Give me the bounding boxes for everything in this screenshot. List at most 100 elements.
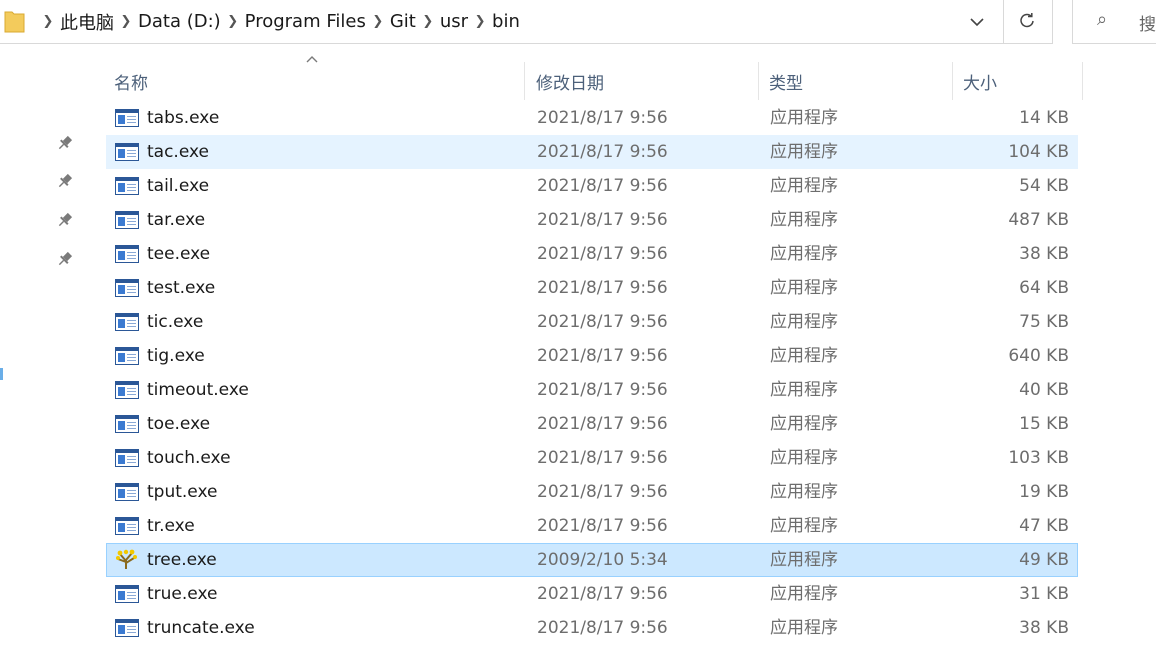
column-divider[interactable]	[758, 62, 759, 100]
file-date-modified: 2021/8/17 9:56	[537, 584, 668, 604]
file-date-modified: 2021/8/17 9:56	[537, 482, 668, 502]
file-date-modified: 2021/8/17 9:56	[537, 380, 668, 400]
chevron-right-icon[interactable]: ❯	[468, 14, 492, 29]
divider	[1003, 0, 1004, 43]
file-row[interactable]: truncate.exe 2021/8/17 9:56 应用程序 38 KB	[106, 611, 1078, 645]
file-size: 103 KB	[1008, 448, 1069, 468]
column-header: 名称 修改日期 类型 大小	[106, 62, 1083, 100]
file-size: 38 KB	[1019, 618, 1069, 638]
file-date-modified: 2021/8/17 9:56	[537, 210, 668, 230]
file-type: 应用程序	[770, 584, 838, 604]
app-window-icon	[115, 313, 139, 331]
breadcrumb-this-pc[interactable]: 此电脑	[60, 9, 114, 35]
file-date-modified: 2021/8/17 9:56	[537, 278, 668, 298]
file-row[interactable]: true.exe 2021/8/17 9:56 应用程序 31 KB	[106, 577, 1078, 611]
address-history-dropdown[interactable]	[962, 8, 992, 36]
search-icon: ⌕	[1097, 9, 1108, 30]
file-date-modified: 2021/8/17 9:56	[537, 142, 668, 162]
column-date-modified[interactable]: 修改日期	[536, 62, 604, 100]
file-type: 应用程序	[770, 244, 838, 264]
file-name: tar.exe	[147, 210, 206, 230]
file-size: 104 KB	[1008, 142, 1069, 162]
refresh-icon	[1020, 13, 1034, 28]
pin-icon[interactable]	[56, 172, 74, 190]
file-row[interactable]: tr.exe 2021/8/17 9:56 应用程序 47 KB	[106, 509, 1078, 543]
breadcrumb-usr[interactable]: usr	[440, 11, 468, 32]
breadcrumb-program-files[interactable]: Program Files	[245, 11, 366, 32]
file-size: 40 KB	[1019, 380, 1069, 400]
file-row[interactable]: touch.exe 2021/8/17 9:56 应用程序 103 KB	[106, 441, 1078, 475]
file-size: 47 KB	[1019, 516, 1069, 536]
chevron-right-icon[interactable]: ❯	[416, 14, 440, 29]
column-size[interactable]: 大小	[963, 62, 997, 100]
search-placeholder: 搜	[1139, 15, 1156, 35]
tree-icon	[115, 549, 139, 569]
file-name: tac.exe	[147, 142, 209, 162]
chevron-right-icon[interactable]: ❯	[221, 14, 245, 29]
folder-icon	[4, 11, 25, 33]
app-window-icon	[115, 449, 139, 467]
file-name: tabs.exe	[147, 108, 220, 128]
file-type: 应用程序	[770, 210, 838, 230]
file-date-modified: 2021/8/17 9:56	[537, 176, 668, 196]
file-date-modified: 2021/8/17 9:56	[537, 516, 668, 536]
pin-icon[interactable]	[56, 250, 74, 268]
file-size: 15 KB	[1019, 414, 1069, 434]
file-row[interactable]: tee.exe 2021/8/17 9:56 应用程序 38 KB	[106, 237, 1078, 271]
column-divider[interactable]	[952, 62, 953, 100]
breadcrumb-bin[interactable]: bin	[492, 11, 520, 32]
file-name: truncate.exe	[147, 618, 255, 638]
pin-icon[interactable]	[56, 134, 74, 152]
app-window-icon	[115, 585, 139, 603]
file-size: 54 KB	[1019, 176, 1069, 196]
file-row[interactable]: tar.exe 2021/8/17 9:56 应用程序 487 KB	[106, 203, 1078, 237]
file-type: 应用程序	[770, 516, 838, 536]
app-window-icon	[115, 381, 139, 399]
file-name: tree.exe	[147, 550, 217, 570]
file-row[interactable]: tic.exe 2021/8/17 9:56 应用程序 75 KB	[106, 305, 1078, 339]
file-date-modified: 2021/8/17 9:56	[537, 448, 668, 468]
app-window-icon	[115, 143, 139, 161]
file-size: 14 KB	[1019, 108, 1069, 128]
column-divider[interactable]	[1082, 62, 1083, 100]
file-type: 应用程序	[770, 108, 838, 128]
file-row[interactable]: tabs.exe 2021/8/17 9:56 应用程序 14 KB	[106, 101, 1078, 135]
file-name: tr.exe	[147, 516, 195, 536]
breadcrumb-data-drive[interactable]: Data (D:)	[138, 11, 221, 32]
file-row[interactable]: tput.exe 2021/8/17 9:56 应用程序 19 KB	[106, 475, 1078, 509]
file-type: 应用程序	[770, 176, 838, 196]
file-type: 应用程序	[770, 142, 838, 162]
chevron-right-icon[interactable]: ❯	[114, 14, 138, 29]
file-name: touch.exe	[147, 448, 231, 468]
file-row[interactable]: tail.exe 2021/8/17 9:56 应用程序 54 KB	[106, 169, 1078, 203]
file-date-modified: 2021/8/17 9:56	[537, 618, 668, 638]
app-window-icon	[115, 245, 139, 263]
file-date-modified: 2009/2/10 5:34	[537, 550, 668, 570]
column-type[interactable]: 类型	[769, 62, 803, 100]
file-type: 应用程序	[770, 312, 838, 332]
file-row[interactable]: tig.exe 2021/8/17 9:56 应用程序 640 KB	[106, 339, 1078, 373]
address-bar[interactable]: ❯ 此电脑 ❯ Data (D:) ❯ Program Files ❯ Git …	[0, 0, 1053, 44]
file-name: tic.exe	[147, 312, 204, 332]
file-size: 640 KB	[1008, 346, 1069, 366]
file-size: 19 KB	[1019, 482, 1069, 502]
chevron-right-icon[interactable]: ❯	[366, 14, 390, 29]
file-size: 31 KB	[1019, 584, 1069, 604]
column-name[interactable]: 名称	[114, 62, 148, 100]
file-type: 应用程序	[770, 346, 838, 366]
file-row[interactable]: tac.exe 2021/8/17 9:56 应用程序 104 KB	[106, 135, 1078, 169]
file-row[interactable]: toe.exe 2021/8/17 9:56 应用程序 15 KB	[106, 407, 1078, 441]
breadcrumb-git[interactable]: Git	[390, 11, 416, 32]
column-divider[interactable]	[524, 62, 525, 100]
file-list: tabs.exe 2021/8/17 9:56 应用程序 14 KB tac.exe 20…	[106, 101, 1078, 645]
pin-icon[interactable]	[56, 211, 74, 229]
file-row[interactable]: test.exe 2021/8/17 9:56 应用程序 64 KB	[106, 271, 1078, 305]
refresh-button[interactable]	[1012, 6, 1042, 36]
file-name: true.exe	[147, 584, 218, 604]
chevron-down-icon	[970, 18, 984, 27]
file-row[interactable]: tree.exe 2009/2/10 5:34 应用程序 49 KB	[106, 543, 1078, 577]
app-window-icon	[115, 517, 139, 535]
search-input[interactable]: ⌕ 搜	[1072, 0, 1156, 44]
chevron-right-icon[interactable]: ❯	[36, 14, 60, 29]
file-row[interactable]: timeout.exe 2021/8/17 9:56 应用程序 40 KB	[106, 373, 1078, 407]
